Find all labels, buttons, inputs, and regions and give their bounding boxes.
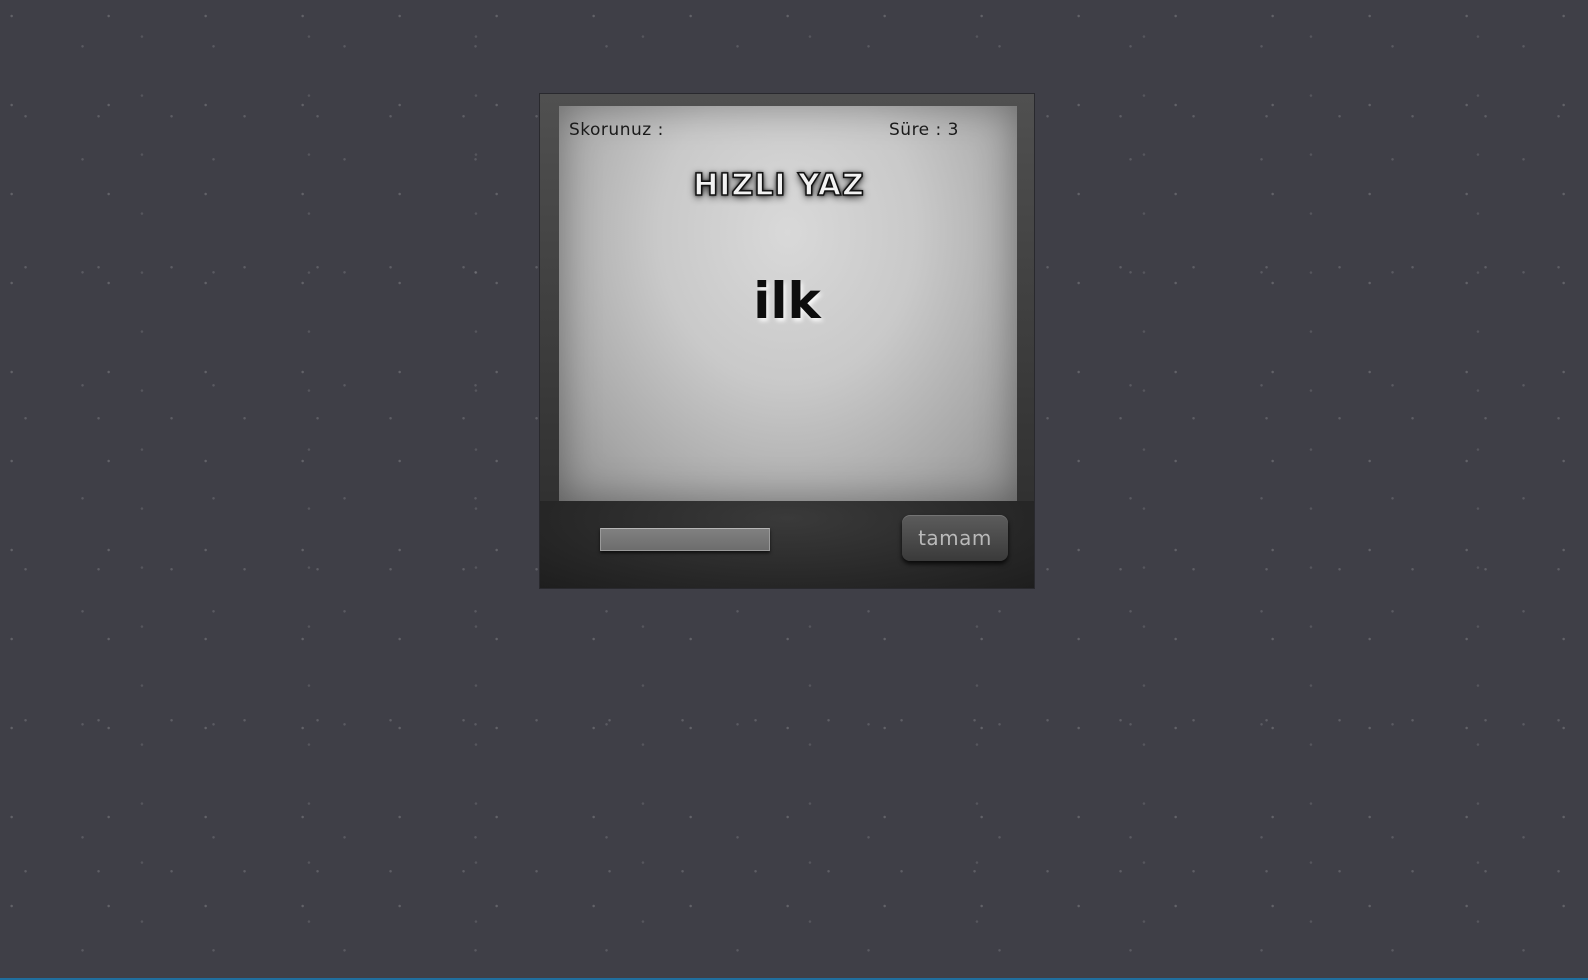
target-word: ilk [753,272,821,330]
timer-display: Süre : 3 [889,120,959,140]
word-input[interactable] [600,528,770,551]
control-bar: tamam [540,501,1034,588]
submit-button[interactable]: tamam [902,515,1008,561]
game-frame: Skorunuz : Süre : 3 HIZLI YAZ ilk tamam [540,94,1034,588]
score-label: Skorunuz : [569,120,664,140]
game-screen: Skorunuz : Süre : 3 HIZLI YAZ ilk [559,106,1017,501]
game-title: HIZLI YAZ [692,167,865,204]
